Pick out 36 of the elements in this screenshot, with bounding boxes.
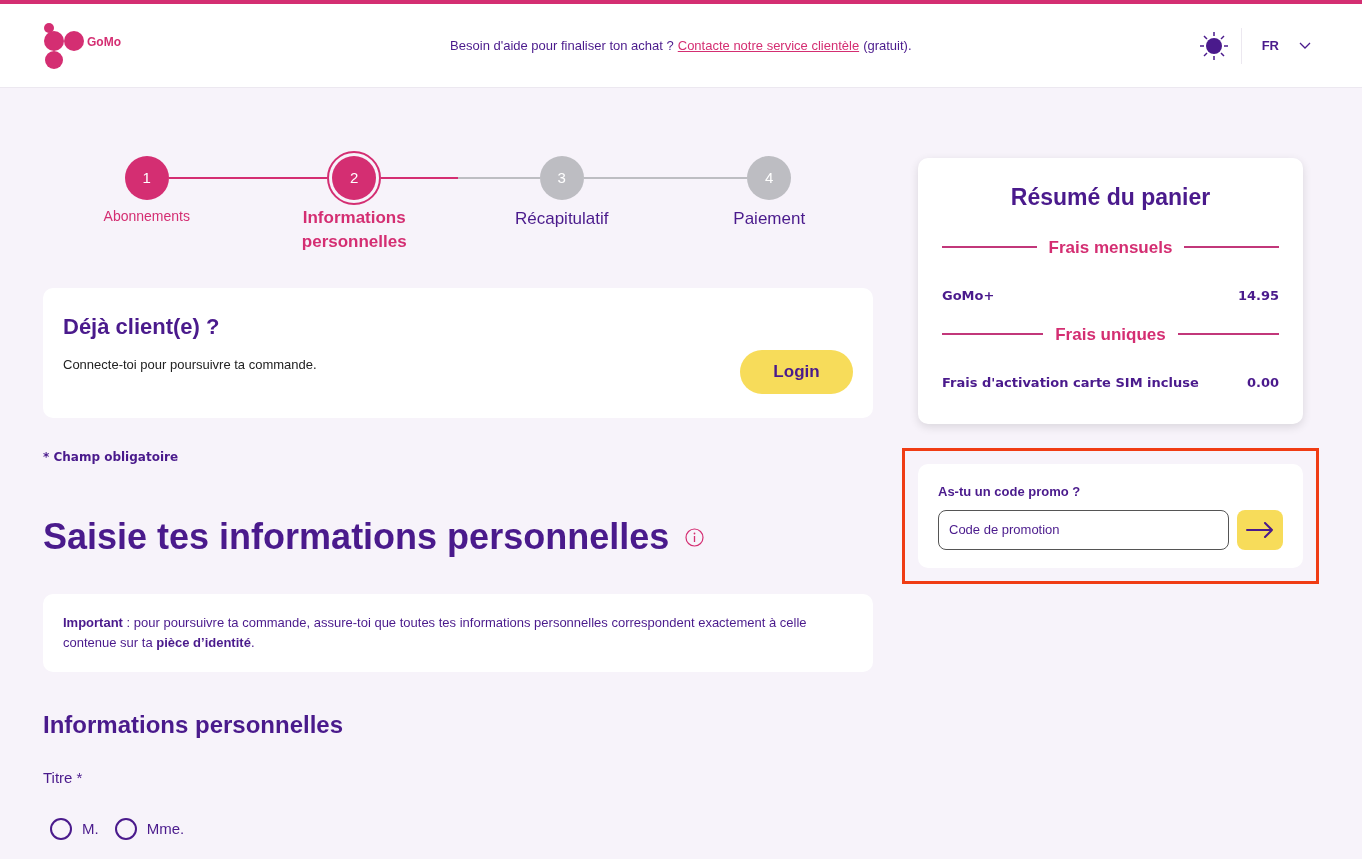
step-label: Informations personnelles (300, 207, 408, 253)
required-note: * Champ obligatoire (43, 449, 180, 466)
item-price: 0.00 (1246, 374, 1279, 392)
logo-icon[interactable] (43, 22, 85, 69)
section-title: Informations personnelles (43, 710, 345, 740)
group-heading: Frais uniques (1055, 323, 1166, 346)
group-heading: Frais mensuels (1048, 236, 1173, 259)
language-selector[interactable]: FR (1253, 35, 1319, 56)
item-name: GoMo+ (942, 287, 995, 305)
help-text-suffix: (gratuit). (863, 36, 912, 55)
step-label: Récapitulatif (514, 208, 609, 230)
sun-icon[interactable] (1198, 30, 1229, 61)
step-label: Abonnements (103, 207, 190, 226)
promo-code-field[interactable]: Code de promotion (938, 509, 1230, 550)
card-text: Connecte-toi pour poursuivre ta commande. (63, 356, 317, 374)
radio-option[interactable]: Mme. (114, 817, 185, 840)
radio-option[interactable]: M. (50, 817, 99, 840)
logo-text[interactable]: GoMo (87, 32, 121, 51)
card-title: Déjà client(e) ? (63, 313, 221, 341)
field-label: Titre * (43, 768, 84, 788)
submit-button[interactable] (1237, 509, 1283, 550)
promo-label: As-tu un code promo ? (938, 483, 1082, 501)
card-title: Résumé du panier (1009, 183, 1212, 212)
login-button[interactable]: Login (740, 350, 853, 394)
item-name: Frais d'activation carte SIM incluse (942, 374, 1199, 392)
item-price: 14.95 (1237, 287, 1279, 305)
help-text: Besoin d'aide pour finaliser ton achat ? (450, 36, 674, 55)
info-icon[interactable] (685, 527, 705, 547)
arrow-right-icon (1246, 521, 1275, 538)
chevron-down-icon (1299, 41, 1311, 50)
page-title: Saisie tes informations personnelles (43, 515, 670, 559)
radio-button[interactable] (114, 817, 137, 840)
notice-text: Important : pour poursuivre ta commande, assure-toi que toutes tes informations personnelles correspondent exactement à celle contenue sur ta pièce d’identité. (63, 614, 808, 652)
step-label: Paiement (733, 208, 806, 230)
customer-service-link[interactable]: Contacte notre service clientèle (677, 35, 860, 56)
radio-button[interactable] (50, 817, 72, 840)
